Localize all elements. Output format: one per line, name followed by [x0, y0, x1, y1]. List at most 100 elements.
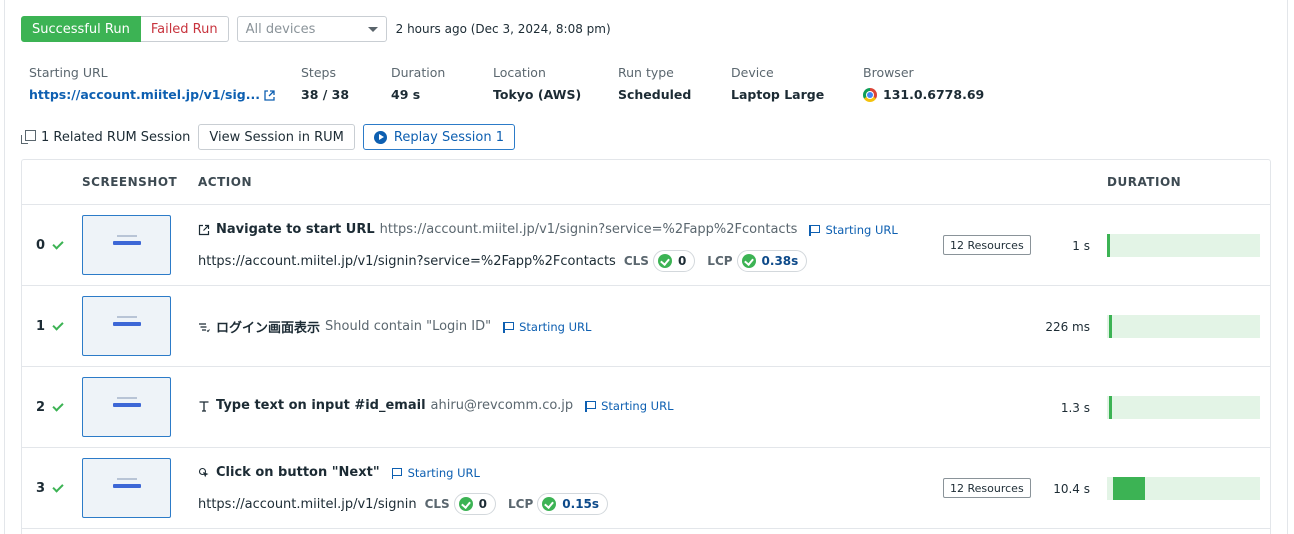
check-circle-icon — [741, 254, 756, 268]
meta-value: Scheduled — [618, 87, 692, 102]
step-description: Should contain "Login ID" — [325, 319, 492, 334]
checkmark-icon — [52, 237, 64, 250]
step-duration: 1 s — [1072, 238, 1090, 253]
step-title: ログイン画面表示 — [216, 321, 321, 336]
table-row[interactable]: 1 ログイン画面表示 Should contain "Login ID" Sta… — [22, 286, 1270, 367]
check-circle-icon — [458, 497, 473, 511]
step-index: 2 — [36, 367, 64, 448]
step-number: 3 — [36, 481, 46, 496]
check-circle-icon — [542, 497, 557, 511]
device-select-value: All devices — [245, 21, 316, 37]
meta-starting-url: Starting URL https://account.miitel.jp/v… — [29, 64, 275, 104]
failed-run-button[interactable]: Failed Run — [140, 16, 229, 42]
run-toolbar: Successful Run Failed Run All devices 2 … — [21, 16, 611, 42]
checkmark-icon — [52, 399, 64, 412]
step-url: https://account.miitel.jp/v1/signin — [198, 496, 417, 512]
step-duration: 226 ms — [1045, 319, 1090, 334]
meta-browser: Browser 131.0.6778.69 — [863, 64, 984, 104]
step-action: Type text on input #id_email ahiru@revco… — [198, 398, 673, 413]
table-header: SCREENSHOT ACTION DURATION — [22, 160, 1270, 205]
chrome-icon — [863, 88, 877, 102]
device-select[interactable]: All devices — [236, 16, 387, 42]
step-action: Click on button "Next" Starting URL — [198, 465, 480, 480]
step-index: 3 — [36, 448, 64, 529]
meta-run-type: Run type Scheduled — [618, 64, 691, 104]
table-row[interactable]: 2 Type text on input #id_email ahiru@rev… — [22, 367, 1270, 448]
chevron-down-icon — [367, 26, 378, 32]
play-icon — [373, 130, 387, 144]
meta-label: Run type — [618, 65, 674, 80]
lcp-pill[interactable]: 0.38s — [736, 250, 808, 272]
step-screenshot[interactable] — [82, 458, 171, 518]
meta-label: Steps — [301, 65, 336, 80]
step-number: 0 — [36, 238, 46, 253]
cls-value: 0 — [677, 254, 687, 268]
column-header-screenshot: SCREENSHOT — [82, 175, 178, 189]
step-screenshot[interactable] — [82, 296, 171, 356]
step-vitals: https://account.miitel.jp/v1/signin CLS … — [198, 493, 609, 515]
meta-location: Location Tokyo (AWS) — [493, 64, 581, 104]
duration-bar-fill — [1109, 315, 1112, 338]
duration-bar — [1107, 477, 1260, 500]
meta-steps: Steps 38 / 38 — [301, 64, 349, 104]
lcp-value: 0.15s — [562, 497, 600, 511]
flag-icon — [585, 400, 596, 412]
duration-bar-fill — [1107, 234, 1110, 257]
cls-pill[interactable]: 0 — [652, 250, 696, 272]
starting-url-flag[interactable]: Starting URL — [585, 399, 673, 413]
table-row[interactable]: 0 Navigate to start URL https://account.… — [22, 205, 1270, 286]
checkmark-icon — [52, 318, 64, 331]
rum-session-bar: 1 Related RUM Session View Session in RU… — [21, 124, 515, 150]
flag-label: Starting URL — [825, 222, 898, 237]
step-title: Type text on input #id_email — [216, 398, 426, 413]
step-action: ログイン画面表示 Should contain "Login ID" Start… — [198, 317, 591, 336]
step-title: Navigate to start URL — [216, 222, 375, 237]
assertion-icon — [199, 322, 210, 332]
meta-value: 131.0.6778.69 — [863, 86, 984, 104]
meta-value: Laptop Large — [731, 87, 825, 102]
starting-url-text: https://account.miitel.jp/v1/sig... — [29, 87, 260, 102]
meta-label: Duration — [391, 65, 446, 80]
starting-url-link[interactable]: https://account.miitel.jp/v1/sig... — [29, 86, 275, 104]
check-circle-icon — [657, 254, 672, 268]
column-header-action: ACTION — [198, 175, 252, 189]
replay-session-button[interactable]: Replay Session 1 — [362, 124, 515, 150]
cls-label: CLS — [424, 497, 450, 511]
lcp-value: 0.38s — [761, 254, 799, 268]
lcp-label: LCP — [508, 497, 534, 511]
meta-device: Device Laptop Large — [731, 64, 824, 104]
lcp-label: LCP — [707, 254, 733, 268]
related-rum-session-label: 1 Related RUM Session — [41, 129, 191, 145]
starting-url-flag[interactable]: Starting URL — [503, 320, 591, 334]
run-status-toggle: Successful Run Failed Run — [21, 16, 229, 42]
flag-label: Starting URL — [519, 319, 592, 334]
step-screenshot[interactable] — [82, 215, 171, 275]
meta-value: Tokyo (AWS) — [493, 87, 582, 102]
meta-duration: Duration 49 s — [391, 64, 445, 104]
step-screenshot[interactable] — [82, 377, 171, 437]
run-time: 2 hours ago (Dec 3, 2024, 8:08 pm) — [395, 22, 611, 36]
cls-pill[interactable]: 0 — [453, 493, 497, 515]
duration-bar — [1107, 396, 1260, 419]
starting-url-flag[interactable]: Starting URL — [391, 465, 480, 480]
step-duration: 1.3 s — [1060, 400, 1090, 415]
meta-label: Device — [731, 65, 774, 80]
successful-run-button[interactable]: Successful Run — [21, 16, 141, 42]
step-index: 1 — [36, 286, 64, 367]
starting-url-flag[interactable]: Starting URL — [809, 222, 898, 237]
meta-value: 49 s — [391, 87, 421, 102]
duration-bar-fill — [1109, 396, 1112, 419]
meta-label: Location — [493, 65, 546, 80]
table-row[interactable]: 3 Click on button "Next" Starting URL ht… — [22, 448, 1270, 529]
step-description: ahiru@revcomm.co.jp — [430, 398, 574, 413]
replay-session-label: Replay Session 1 — [393, 129, 504, 145]
view-session-in-rum-button[interactable]: View Session in RUM — [198, 124, 355, 150]
browser-version: 131.0.6778.69 — [883, 87, 985, 102]
text-icon — [199, 400, 209, 412]
flag-icon — [809, 224, 820, 236]
flag-label: Starting URL — [407, 465, 480, 480]
step-title: Click on button "Next" — [216, 465, 380, 480]
step-description: https://account.miitel.jp/v1/signin?serv… — [379, 222, 798, 237]
step-action: Navigate to start URL https://account.mi… — [198, 222, 898, 237]
lcp-pill[interactable]: 0.15s — [537, 493, 609, 515]
